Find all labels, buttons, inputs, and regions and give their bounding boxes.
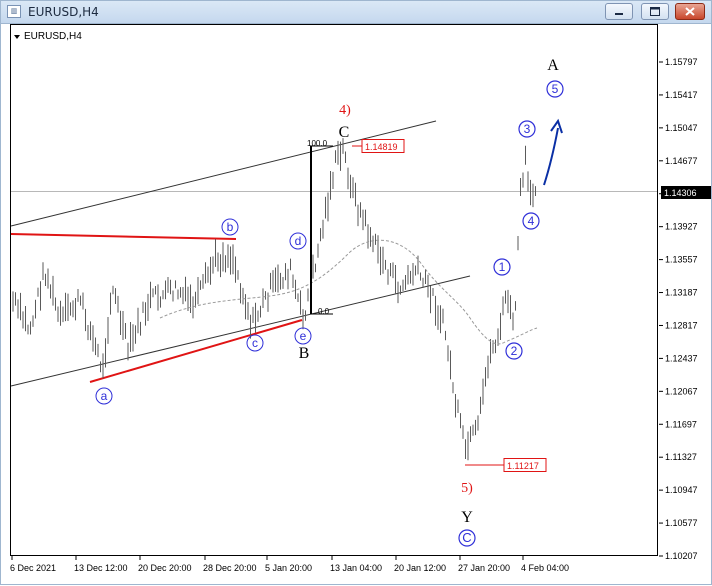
wave-Y-label: Y [461, 509, 473, 526]
wave-A-label: A [547, 57, 559, 74]
impulse-1-label: 1 [499, 260, 506, 274]
price-tick-label: 1.13187 [665, 288, 698, 298]
fib-0-label: 0.0 [318, 307, 330, 316]
low-price-label: 1.11217 [507, 461, 539, 471]
chart-symbol-label: EURUSD,H4 [24, 31, 82, 42]
chart-frame [10, 24, 658, 556]
wave-C-label: C [339, 124, 350, 141]
channel-upper-line [10, 120, 437, 227]
chart-window: ▥ EURUSD,H4 EURUSD,H4 100.0 0.0 1.14819 … [0, 0, 712, 585]
wave-5-label: 5) [461, 481, 473, 496]
price-tick-label: 1.15047 [665, 123, 698, 133]
triangle-lower-line [89, 319, 303, 383]
wave-B-label: B [299, 345, 310, 362]
wave-a-label: a [101, 389, 108, 403]
time-tick-label: 13 Dec 12:00 [74, 563, 128, 573]
price-tick-label: 1.12817 [665, 320, 698, 330]
time-tick-label: 6 Dec 2021 [10, 563, 56, 573]
price-tick-label: 1.15417 [665, 90, 698, 100]
price-tick-label: 1.11697 [665, 419, 697, 429]
price-tick-label: 1.10947 [665, 485, 698, 495]
price-tick-label: 1.13927 [665, 222, 698, 232]
price-tick-label: 1.14677 [665, 156, 698, 166]
current-price-label: 1.14306 [664, 188, 697, 198]
price-tick-label: 1.13557 [665, 255, 698, 265]
time-tick-label: 20 Dec 20:00 [138, 563, 192, 573]
triangle-down-icon [14, 35, 20, 39]
wave-b-label: b [227, 220, 234, 234]
impulse-3-label: 3 [524, 122, 531, 136]
impulse-2-label: 2 [511, 344, 518, 358]
fib-100-label: 100.0 [307, 139, 328, 148]
time-tick-label: 13 Jan 04:00 [330, 563, 382, 573]
time-axis: 6 Dec 2021 13 Dec 12:00 20 Dec 20:00 28 Dec… [10, 556, 569, 573]
time-tick-label: 5 Jan 20:00 [265, 563, 312, 573]
time-tick-label: 4 Feb 04:00 [521, 563, 569, 573]
big-c-circle-label: C [462, 530, 471, 545]
wave-d-label: d [295, 234, 302, 248]
moving-average-line [159, 239, 538, 345]
price-tick-label: 1.15797 [665, 57, 698, 67]
price-tick-label: 1.12067 [665, 386, 698, 396]
projection-arrow [543, 127, 559, 186]
time-tick-label: 20 Jan 12:00 [394, 563, 446, 573]
wave-c-label: c [252, 336, 258, 350]
impulse-5-label: 5 [552, 82, 559, 96]
price-tick-label: 1.10577 [665, 518, 698, 528]
triangle-upper-line [10, 233, 237, 240]
price-bars [12, 138, 536, 461]
price-axis: 1.15797 1.15417 1.15047 1.14677 1.14306 1.139… [659, 57, 711, 561]
wave-4-label: 4) [339, 103, 351, 118]
price-tick-label: 1.12437 [665, 353, 698, 363]
wave-e-label: e [300, 329, 307, 343]
price-chart[interactable]: EURUSD,H4 100.0 0.0 1.14819 1.11217 a b … [0, 0, 712, 585]
time-tick-label: 27 Jan 20:00 [458, 563, 510, 573]
high-price-label: 1.14819 [365, 142, 398, 152]
price-tick-label: 1.11327 [665, 452, 697, 462]
impulse-4-label: 4 [528, 214, 535, 228]
time-tick-label: 28 Dec 20:00 [203, 563, 257, 573]
